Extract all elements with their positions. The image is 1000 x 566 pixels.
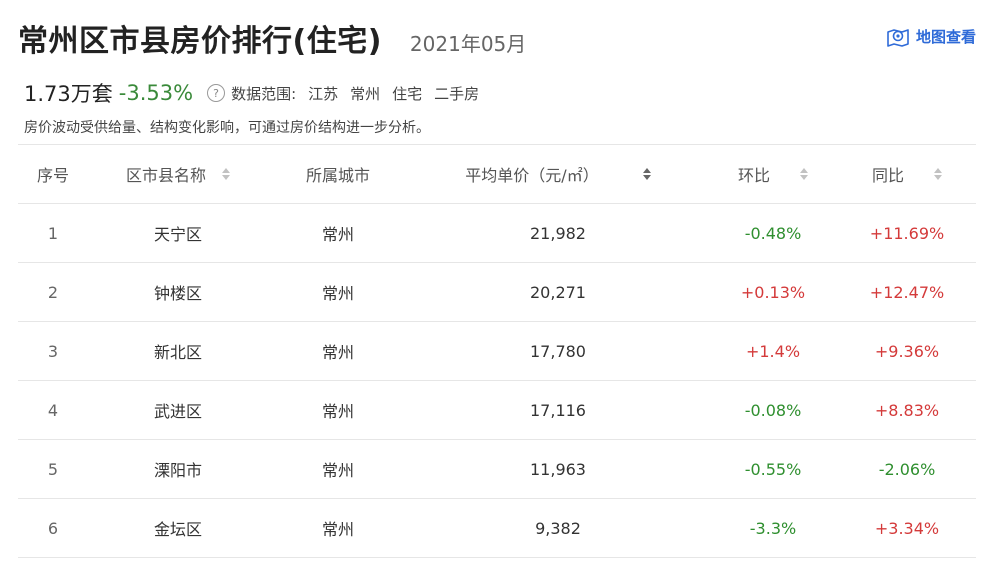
mom-cell: -0.48% xyxy=(744,223,802,243)
ranking-table: 序号 区市县名称 所属城市 平均单价（元/㎡） 环比 同比 1 天宁区 常州 2… xyxy=(18,144,976,558)
table-row[interactable]: 4 武进区 常州 17,116 -0.08% +8.83% xyxy=(18,381,976,440)
analysis-note: 房价波动受供给量、结构变化影响，可通过房价结构进一步分析。 xyxy=(24,120,430,136)
scope-province: 江苏 xyxy=(308,84,339,103)
city-cell: 常州 xyxy=(321,402,354,421)
scope-property-type: 住宅 xyxy=(392,84,423,103)
rank-cell: 3 xyxy=(47,341,59,361)
price-cell: 17,116 xyxy=(530,400,586,420)
rank-cell: 5 xyxy=(47,459,59,479)
district-cell: 金坛区 xyxy=(153,520,202,539)
table-row[interactable]: 1 天宁区 常州 21,982 -0.48% +11.69% xyxy=(18,204,976,263)
price-cell: 9,382 xyxy=(535,518,581,538)
table-header-row: 序号 区市县名称 所属城市 平均单价（元/㎡） 环比 同比 xyxy=(18,145,976,204)
scope-label: 数据范围: xyxy=(231,84,297,103)
rank-cell: 6 xyxy=(47,518,59,538)
city-cell: 常州 xyxy=(321,284,354,303)
price-cell: 17,780 xyxy=(530,341,586,361)
yoy-cell: +3.34% xyxy=(874,518,940,538)
help-icon[interactable]: ? xyxy=(207,84,226,102)
page-header: 常州区市县房价排行(住宅) 2021年05月 xyxy=(18,16,527,59)
yoy-cell: +11.69% xyxy=(869,223,945,243)
rank-cell: 4 xyxy=(47,400,59,420)
rank-cell: 1 xyxy=(47,223,59,243)
map-view-label: 地图查看 xyxy=(915,28,976,46)
city-cell: 常州 xyxy=(321,461,354,480)
page-title: 常州区市县房价排行(住宅) xyxy=(18,24,382,59)
table-row[interactable]: 3 新北区 常州 17,780 +1.4% +9.36% xyxy=(18,322,976,381)
column-header-mom[interactable]: 环比 xyxy=(708,145,838,203)
yoy-cell: -2.06% xyxy=(878,459,936,479)
mom-cell: -0.08% xyxy=(744,400,802,420)
scope-city: 常州 xyxy=(350,84,381,103)
mom-cell: +0.13% xyxy=(740,282,806,302)
listing-change: -3.53% xyxy=(118,81,194,105)
yoy-cell: +9.36% xyxy=(874,341,940,361)
price-cell: 11,963 xyxy=(530,459,586,479)
yoy-cell: +12.47% xyxy=(869,282,945,302)
map-pin-icon xyxy=(887,28,909,47)
district-cell: 钟楼区 xyxy=(153,284,202,303)
sort-icon[interactable] xyxy=(222,167,230,181)
table-row[interactable]: 5 溧阳市 常州 11,963 -0.55% -2.06% xyxy=(18,440,976,499)
district-cell: 天宁区 xyxy=(153,225,202,244)
sort-icon[interactable] xyxy=(800,167,808,181)
table-row[interactable]: 2 钟楼区 常州 20,271 +0.13% +12.47% xyxy=(18,263,976,322)
district-cell: 新北区 xyxy=(153,343,202,362)
sort-icon[interactable] xyxy=(934,167,942,181)
mom-cell: -0.55% xyxy=(744,459,802,479)
yoy-cell: +8.83% xyxy=(874,400,940,420)
scope-market-type: 二手房 xyxy=(434,84,480,103)
column-header-price[interactable]: 平均单价（元/㎡） xyxy=(408,145,708,203)
map-view-link[interactable]: 地图查看 xyxy=(886,26,976,47)
listing-count: 1.73万套 xyxy=(24,82,113,106)
column-header-rank: 序号 xyxy=(36,166,69,185)
rank-cell: 2 xyxy=(47,282,59,302)
price-cell: 20,271 xyxy=(530,282,586,302)
mom-cell: -3.3% xyxy=(749,518,797,538)
column-header-city: 所属城市 xyxy=(305,166,370,185)
sort-icon[interactable] xyxy=(642,167,651,181)
city-cell: 常州 xyxy=(321,225,354,244)
table-row[interactable]: 6 金坛区 常州 9,382 -3.3% +3.34% xyxy=(18,499,976,558)
district-cell: 武进区 xyxy=(153,402,202,421)
column-header-district[interactable]: 区市县名称 xyxy=(88,145,268,203)
city-cell: 常州 xyxy=(321,520,354,539)
price-cell: 21,982 xyxy=(530,223,586,243)
report-date: 2021年05月 xyxy=(409,32,527,56)
mom-cell: +1.4% xyxy=(745,341,801,361)
district-cell: 溧阳市 xyxy=(153,461,202,480)
summary-bar: 1.73万套 -3.53% ? 数据范围: 江苏 常州 住宅 二手房 xyxy=(24,78,479,108)
city-cell: 常州 xyxy=(321,343,354,362)
column-header-yoy[interactable]: 同比 xyxy=(838,145,976,203)
